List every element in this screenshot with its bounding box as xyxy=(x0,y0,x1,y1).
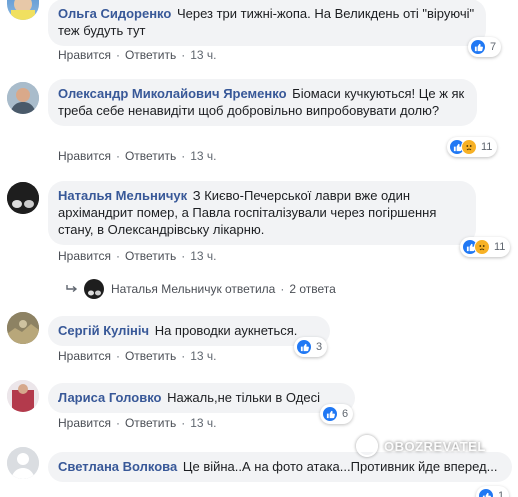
comment-actions: Нравится · Ответить · 13 ч. xyxy=(58,249,217,263)
separator: · xyxy=(280,282,285,296)
separator: · xyxy=(181,249,186,263)
sad-icon xyxy=(474,239,490,255)
reply-arrow-icon xyxy=(66,285,78,293)
avatar[interactable] xyxy=(7,312,39,344)
like-icon xyxy=(478,488,494,497)
reaction-summary[interactable]: 3 xyxy=(294,337,328,357)
avatar-photo xyxy=(7,182,39,214)
reaction-count: 11 xyxy=(494,241,506,253)
watermark-text: OBOZREVATEL xyxy=(384,438,486,454)
avatar[interactable] xyxy=(7,380,39,412)
avatar-photo xyxy=(11,0,35,20)
avatar-photo xyxy=(7,380,39,412)
comment-bubble: Олександр Миколайович Яременко Біомаси к… xyxy=(48,79,477,126)
comment-actions: Нравится · Ответить · 13 ч. xyxy=(58,149,217,163)
avatar[interactable] xyxy=(7,182,39,214)
watermark: OBOZREVATEL xyxy=(356,435,486,457)
sad-icon xyxy=(461,139,477,155)
comment-author[interactable]: Ольга Сидоренко xyxy=(58,6,171,21)
reaction-summary[interactable]: 7 xyxy=(468,37,502,57)
like-icon xyxy=(322,406,338,422)
comment-bubble: Лариса Головко Нажаль,не тільки в Одесі xyxy=(48,383,355,413)
separator: · xyxy=(115,249,120,263)
separator: · xyxy=(181,349,186,363)
default-avatar-icon xyxy=(7,447,39,479)
avatar[interactable] xyxy=(7,0,39,20)
timestamp[interactable]: 13 ч. xyxy=(190,48,216,62)
comment-bubble: Наталья Мельничук З Києво-Печерської лав… xyxy=(48,181,476,245)
comment-bubble: Сергій Кулініч На проводки аукнеться. xyxy=(48,316,330,346)
view-replies-link[interactable]: Наталья Мельничук ответила · 2 ответа xyxy=(66,279,336,299)
like-link[interactable]: Нравится xyxy=(58,149,111,163)
reply-count: 2 ответа xyxy=(289,282,336,296)
reaction-summary[interactable]: 6 xyxy=(320,404,354,424)
separator: · xyxy=(181,416,186,430)
timestamp[interactable]: 13 ч. xyxy=(190,416,216,430)
reply-link[interactable]: Ответить xyxy=(125,349,176,363)
comment-actions: Нравится · Ответить · 13 ч. xyxy=(58,349,217,363)
like-link[interactable]: Нравится xyxy=(58,349,111,363)
separator: · xyxy=(115,349,120,363)
separator: · xyxy=(181,149,186,163)
reaction-summary[interactable]: 1 xyxy=(476,486,510,497)
like-link[interactable]: Нравится xyxy=(58,249,111,263)
timestamp[interactable]: 13 ч. xyxy=(190,149,216,163)
avatar-photo xyxy=(7,312,39,344)
comment-text: Це війна..А на фото атака...Противник йд… xyxy=(182,459,498,474)
reply-link[interactable]: Ответить xyxy=(125,48,176,62)
reaction-summary[interactable]: 11 xyxy=(447,137,498,157)
reaction-count: 11 xyxy=(481,141,493,153)
avatar[interactable] xyxy=(7,447,39,479)
comment-actions: Нравится · Ответить · 13 ч. xyxy=(58,416,217,430)
reaction-count: 6 xyxy=(342,408,349,420)
reply-link[interactable]: Ответить xyxy=(125,416,176,430)
comment-actions: Нравится · Ответить · 13 ч. xyxy=(58,48,217,62)
reaction-count: 3 xyxy=(316,341,323,353)
comment-author[interactable]: Лариса Головко xyxy=(58,390,161,405)
reaction-summary[interactable]: 11 xyxy=(460,237,511,257)
avatar-photo xyxy=(84,279,104,299)
watermark-logo-icon xyxy=(356,435,378,457)
avatar xyxy=(84,279,104,299)
avatar[interactable] xyxy=(7,82,39,114)
reaction-count: 1 xyxy=(498,490,505,497)
like-icon xyxy=(470,39,486,55)
like-link[interactable]: Нравится xyxy=(58,416,111,430)
timestamp[interactable]: 13 ч. xyxy=(190,249,216,263)
comment-author[interactable]: Сергій Кулініч xyxy=(58,323,149,338)
separator: · xyxy=(181,48,186,62)
like-link[interactable]: Нравится xyxy=(58,48,111,62)
reply-link[interactable]: Ответить xyxy=(125,249,176,263)
comment-text: Нажаль,не тільки в Одесі xyxy=(167,390,320,405)
like-icon xyxy=(296,339,312,355)
separator: · xyxy=(115,416,120,430)
avatar-photo xyxy=(7,82,39,114)
reaction-count: 7 xyxy=(490,41,497,53)
comment-text: На проводки аукнеться. xyxy=(154,323,298,338)
reply-author: Наталья Мельничук ответила xyxy=(111,282,276,296)
separator: · xyxy=(115,149,120,163)
comment-bubble: Ольга Сидоренко Через три тижні-жопа. На… xyxy=(48,0,486,46)
timestamp[interactable]: 13 ч. xyxy=(190,349,216,363)
separator: · xyxy=(115,48,120,62)
comment-author[interactable]: Светлана Волкова xyxy=(58,459,177,474)
reply-link[interactable]: Ответить xyxy=(125,149,176,163)
comment-author[interactable]: Наталья Мельничук xyxy=(58,188,187,203)
comment-author[interactable]: Олександр Миколайович Яременко xyxy=(58,86,287,101)
